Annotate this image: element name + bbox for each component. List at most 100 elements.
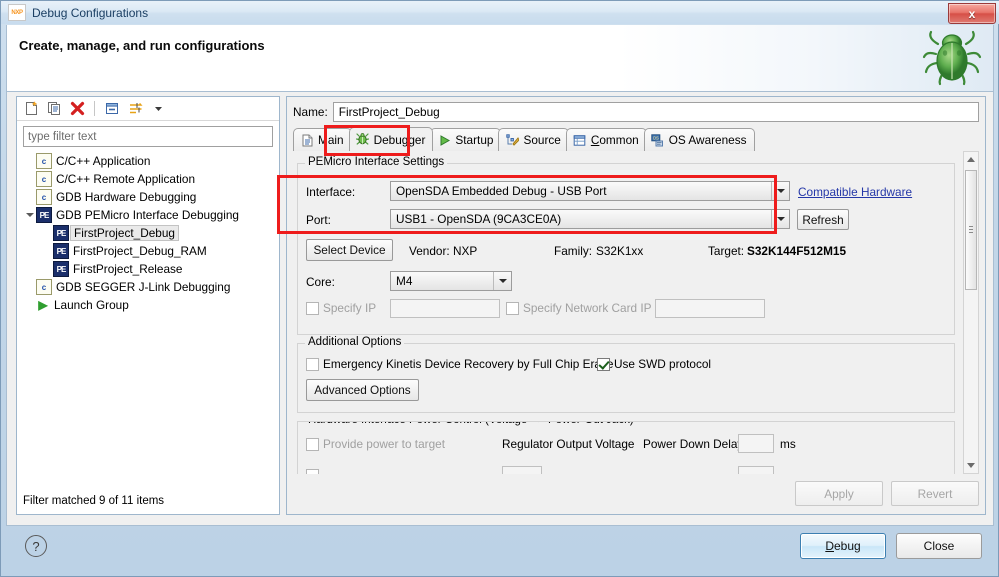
target-label: Target: [708, 244, 745, 258]
specify-network-card-ip-label: Specify Network Card IP [523, 301, 652, 315]
power-off-checkbox-partial[interactable] [306, 469, 319, 474]
scrollbar-thumb[interactable] [965, 170, 977, 290]
source-tree-icon [505, 133, 519, 147]
emergency-recovery-checkbox[interactable] [306, 358, 319, 371]
nxp-logo-icon: NXP [8, 4, 26, 21]
interface-label: Interface: [306, 185, 356, 199]
tab-debugger[interactable]: Debugger [348, 127, 434, 151]
interface-combo[interactable]: OpenSDA Embedded Debug - USB Port [390, 181, 790, 201]
regulator-voltage-combo-partial[interactable] [502, 466, 542, 474]
debugger-bug-icon [356, 133, 370, 147]
tab-source[interactable]: Source [498, 128, 569, 151]
expand-arrow-icon[interactable] [23, 213, 36, 217]
compatible-hardware-link[interactable]: Compatible Hardware [798, 185, 912, 199]
interface-combo-value: OpenSDA Embedded Debug - USB Port [396, 184, 607, 198]
debug-configurations-window: NXP Debug Configurations x Create, manag… [0, 0, 999, 577]
os-awareness-icon: OS [651, 133, 665, 147]
select-device-button[interactable]: Select Device [306, 239, 393, 261]
refresh-button-label: Refresh [802, 212, 844, 227]
family-label: Family: [554, 244, 593, 258]
table-icon [573, 133, 587, 147]
advanced-options-button[interactable]: Advanced Options [306, 379, 419, 401]
tree-item-label: C/C++ Remote Application [56, 172, 196, 186]
scrollbar-grip-icon [969, 226, 973, 234]
c-file-icon: c [36, 279, 52, 295]
tree-item-gdb-pemicro-interface-debugging[interactable]: PE GDB PEMicro Interface Debugging [23, 206, 279, 224]
regulator-output-voltage-label: Regulator Output Voltage [502, 437, 635, 451]
provide-power-checkbox[interactable] [306, 438, 319, 451]
tab-common[interactable]: Common [565, 128, 647, 151]
chevron-down-icon[interactable] [771, 182, 789, 200]
tab-label: Debugger [373, 132, 426, 147]
content-vertical-scrollbar[interactable] [963, 151, 979, 474]
power-down-delay-input[interactable] [738, 434, 774, 453]
refresh-button[interactable]: Refresh [797, 209, 849, 230]
use-swd-protocol-checkbox[interactable] [597, 358, 610, 371]
scroll-down-icon[interactable] [964, 458, 978, 473]
filter-status-text: Filter matched 9 of 11 items [23, 495, 165, 507]
debug-button-label: Debug [825, 539, 861, 553]
tree-item-gdb-hardware-debugging[interactable]: c GDB Hardware Debugging [23, 188, 279, 206]
tab-startup[interactable]: Startup [430, 128, 502, 151]
tree-item-launch-group[interactable]: ▶ Launch Group [23, 296, 279, 314]
c-file-icon: c [36, 153, 52, 169]
collapse-all-icon[interactable] [102, 99, 122, 118]
provide-power-label: Provide power to target [323, 437, 445, 451]
name-label: Name: [293, 104, 328, 119]
configuration-tabs: Main Debugger Startup Source Common OS O… [293, 127, 979, 152]
tree-item-label: Launch Group [54, 298, 129, 312]
port-combo[interactable]: USB1 - OpenSDA (9CA3CE0A) [390, 209, 790, 229]
select-device-label: Select Device [313, 243, 386, 257]
new-configuration-icon[interactable] [21, 99, 41, 118]
tree-item-gdb-segger-jlink-debugging[interactable]: c GDB SEGGER J-Link Debugging [23, 278, 279, 296]
close-icon: x [968, 6, 976, 21]
advanced-options-label: Advanced Options [314, 383, 411, 397]
filter-icon[interactable] [125, 99, 145, 118]
tree-item-firstproject-debug-ram[interactable]: PE FirstProject_Debug_RAM [23, 242, 279, 260]
tree-item-label: GDB PEMicro Interface Debugging [56, 208, 239, 222]
tree-item-label: FirstProject_Release [73, 262, 183, 276]
green-bug-icon [921, 27, 983, 87]
specify-network-card-ip-checkbox[interactable] [506, 302, 519, 315]
chevron-down-icon[interactable] [771, 210, 789, 228]
emergency-recovery-label: Emergency Kinetis Device Recovery by Ful… [323, 357, 614, 371]
duplicate-configuration-icon[interactable] [44, 99, 64, 118]
tree-item-firstproject-debug[interactable]: PE FirstProject_Debug [23, 224, 279, 242]
configuration-name-row: Name: FirstProject_Debug [293, 101, 979, 122]
close-button[interactable]: Close [896, 533, 982, 559]
view-menu-chevron-icon[interactable] [148, 99, 168, 118]
debug-button[interactable]: Debug [800, 533, 886, 559]
apply-button[interactable]: Apply [795, 481, 883, 506]
configuration-editor-panel: Name: FirstProject_Debug Main Debugger S… [286, 96, 986, 515]
vendor-label: Vendor: [409, 244, 450, 258]
scroll-up-icon[interactable] [964, 152, 978, 167]
revert-button[interactable]: Revert [891, 481, 979, 506]
filter-input[interactable]: type filter text [23, 126, 273, 147]
power-up-delay-input-partial[interactable] [738, 466, 774, 474]
debug-mnemonic: D [825, 539, 834, 553]
specify-ip-input[interactable] [390, 299, 500, 318]
close-window-button[interactable]: x [948, 3, 996, 24]
tree-item-label: GDB SEGGER J-Link Debugging [56, 280, 231, 294]
name-input[interactable]: FirstProject_Debug [332, 101, 979, 122]
port-label: Port: [306, 213, 331, 227]
tab-os-awareness[interactable]: OS OS Awareness [643, 128, 755, 151]
page-title: Create, manage, and run configurations [19, 38, 265, 53]
name-input-value: FirstProject_Debug [338, 104, 440, 119]
apply-revert-row: Apply Revert [795, 481, 979, 506]
specify-network-card-ip-input[interactable] [655, 299, 765, 318]
tab-main[interactable]: Main [293, 128, 352, 151]
toolbar-separator [94, 101, 95, 116]
specify-ip-checkbox[interactable] [306, 302, 319, 315]
document-icon [300, 133, 314, 147]
revert-button-label: Revert [917, 486, 953, 501]
help-question-icon[interactable]: ? [25, 535, 47, 557]
core-combo[interactable]: M4 [390, 271, 512, 291]
group-legend: PEMicro Interface Settings [305, 156, 448, 168]
chevron-down-icon[interactable] [493, 272, 511, 290]
delete-configuration-icon[interactable] [67, 99, 87, 118]
tree-item-firstproject-release[interactable]: PE FirstProject_Release [23, 260, 279, 278]
pemicro-icon: PE [53, 243, 69, 259]
tree-item-c-cpp-remote-application[interactable]: c C/C++ Remote Application [23, 170, 279, 188]
tree-item-c-cpp-application[interactable]: c C/C++ Application [23, 152, 279, 170]
